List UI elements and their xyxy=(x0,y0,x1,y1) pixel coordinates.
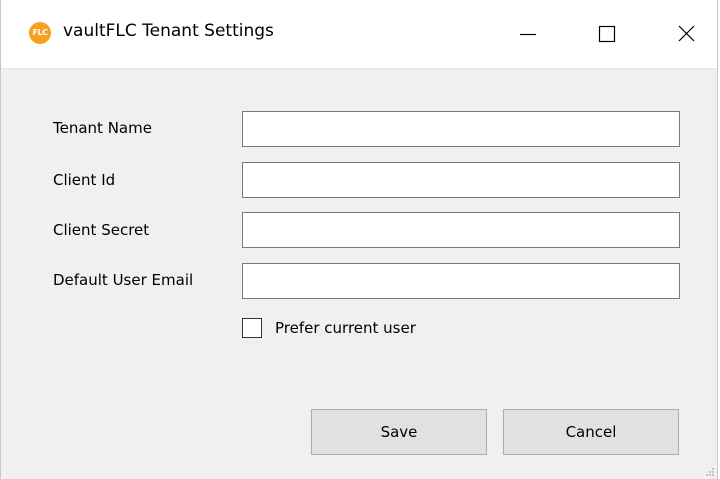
prefer-current-user-checkbox[interactable] xyxy=(242,318,262,338)
prefer-current-user-option[interactable]: Prefer current user xyxy=(242,317,416,339)
title-bar[interactable]: FLC vaultFLC Tenant Settings xyxy=(1,0,717,69)
maximize-button[interactable] xyxy=(577,0,637,68)
default-user-email-label: Default User Email xyxy=(53,271,194,289)
tenant-settings-window: FLC vaultFLC Tenant Settings Tenant Name… xyxy=(0,0,718,479)
tenant-name-input[interactable] xyxy=(242,111,680,147)
client-secret-input[interactable] xyxy=(242,212,680,248)
save-button[interactable]: Save xyxy=(311,409,487,455)
close-icon xyxy=(678,25,695,42)
client-id-input[interactable] xyxy=(242,162,680,198)
client-id-label: Client Id xyxy=(53,171,116,189)
client-secret-label: Client Secret xyxy=(53,221,150,239)
default-user-email-input[interactable] xyxy=(242,263,680,299)
minimize-icon xyxy=(520,33,536,36)
minimize-button[interactable] xyxy=(497,0,557,68)
resize-grip-icon[interactable] xyxy=(703,465,715,477)
maximize-icon xyxy=(598,25,616,43)
cancel-button[interactable]: Cancel xyxy=(503,409,679,455)
prefer-current-user-label: Prefer current user xyxy=(275,319,416,337)
tenant-name-label: Tenant Name xyxy=(53,119,152,137)
close-button[interactable] xyxy=(657,0,717,68)
app-logo-icon: FLC xyxy=(29,22,51,44)
window-title: vaultFLC Tenant Settings xyxy=(63,21,274,41)
